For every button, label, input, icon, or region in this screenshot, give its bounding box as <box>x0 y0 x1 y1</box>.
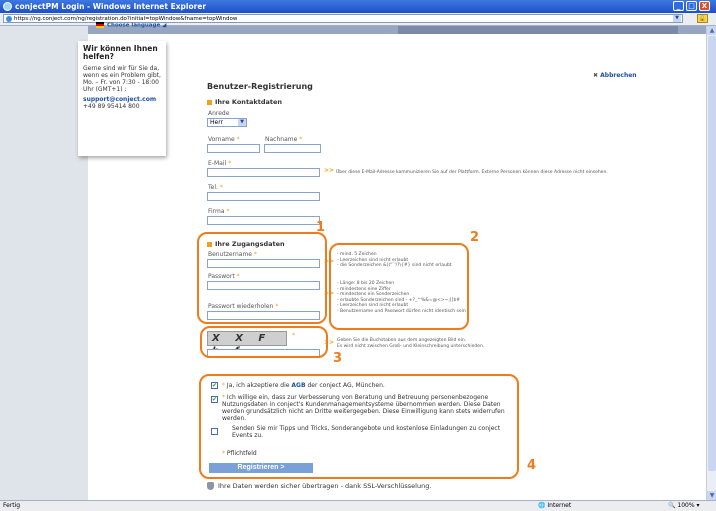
lastname-input[interactable] <box>264 144 321 153</box>
firstname-label: Vorname * <box>208 136 240 143</box>
header-banner <box>88 26 706 34</box>
help-text: Gerne sind wir für Sie da, wenn es ein P… <box>83 65 161 93</box>
email-input[interactable] <box>207 168 320 177</box>
salutation-label: Anrede <box>208 110 230 117</box>
language-label: Choose language <box>107 22 161 29</box>
email-hint: Über diese E-Mail-Adresse kommunizieren … <box>336 170 608 175</box>
german-flag-icon <box>96 22 104 28</box>
header-photo <box>398 26 678 34</box>
language-selector[interactable]: Choose language ◢ <box>96 22 166 29</box>
firstname-input[interactable] <box>207 144 260 153</box>
help-title: Wir können Ihnen helfen? <box>83 44 158 61</box>
shield-icon <box>207 482 214 490</box>
captcha-hint: Geben Sie die Buchstaben aus dem angezei… <box>337 338 485 349</box>
support-email-link[interactable]: support@conject.com <box>83 96 156 103</box>
contact-section-title: Ihre Kontaktdaten <box>207 98 282 106</box>
company-input[interactable] <box>207 216 320 225</box>
hint-arrow-icon: >> <box>324 167 335 174</box>
annotation-number-3: 3 <box>333 351 343 366</box>
window-title: conjectPM Login - Windows Internet Explo… <box>15 2 207 11</box>
minimize-button[interactable]: _ <box>673 1 684 11</box>
form-title: Benutzer-Registrierung <box>207 82 313 91</box>
cancel-link[interactable]: ✖ Abbrechen <box>593 72 637 79</box>
phone-input[interactable] <box>207 192 320 201</box>
annotation-box-1 <box>197 232 327 324</box>
ssl-lock-icon[interactable]: 🔒 <box>697 14 708 23</box>
annotation-number-2: 2 <box>470 230 480 245</box>
page-icon <box>6 16 12 22</box>
salutation-select[interactable]: Herr ▼ <box>207 118 247 127</box>
scroll-down-icon[interactable]: ▼ <box>707 491 716 500</box>
address-dropdown-icon[interactable]: ▼ <box>673 15 681 22</box>
status-bar: Fertig 🌐 Internet 🔍 100% ▾ <box>0 500 716 511</box>
support-phone: +49 89 95414 800 <box>83 103 140 110</box>
lastname-label: Nachname * <box>265 136 303 143</box>
scroll-up-icon[interactable]: ▲ <box>707 26 716 35</box>
globe-icon: 🌐 <box>538 502 546 509</box>
email-label: E-Mail * <box>208 160 232 167</box>
window-title-bar: conjectPM Login - Windows Internet Explo… <box>0 0 716 13</box>
help-box: Wir können Ihnen helfen? Gerne sind wir … <box>78 41 166 156</box>
scrollbar-thumb[interactable] <box>708 36 716 471</box>
close-x-icon: ✖ <box>593 72 599 79</box>
phone-label: Tel. * <box>208 184 223 191</box>
annotation-box-2 <box>329 243 469 330</box>
zoom-icon: 🔍 <box>668 502 676 509</box>
annotation-box-3 <box>200 326 328 358</box>
internet-explorer-icon <box>3 2 12 11</box>
close-button[interactable]: X <box>699 1 710 11</box>
company-label: Firma * <box>208 208 230 215</box>
chevron-down-icon: ▼ <box>238 119 246 126</box>
maximize-button[interactable]: □ <box>686 1 697 11</box>
annotation-number-4: 4 <box>527 458 537 473</box>
vertical-scrollbar[interactable]: ▲ ▼ <box>706 26 716 500</box>
annotation-box-4 <box>199 374 519 479</box>
ssl-note: Ihre Daten werden sicher übertragen - da… <box>207 482 431 490</box>
annotation-number-1: 1 <box>316 220 326 235</box>
